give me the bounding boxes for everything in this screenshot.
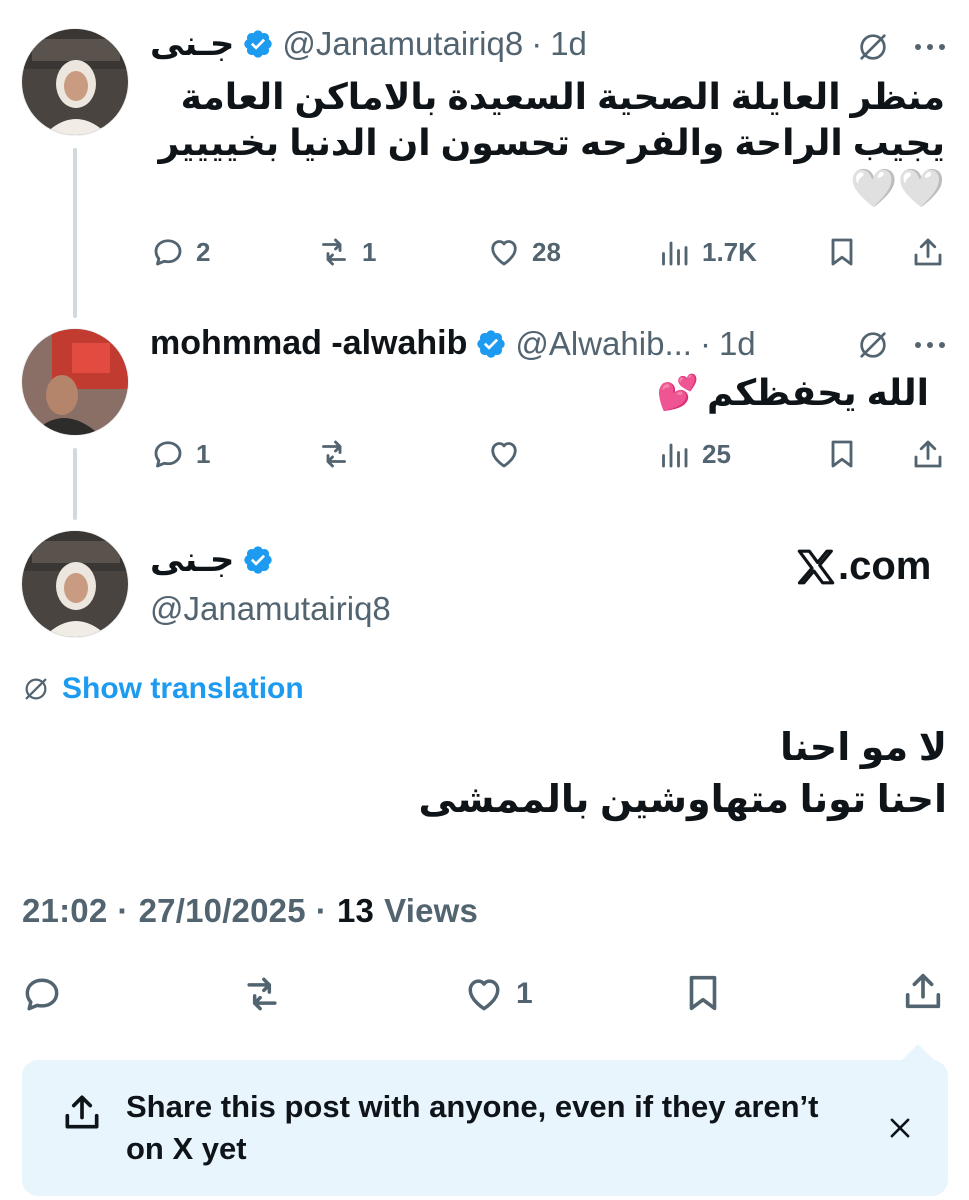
tweet-text: منظر العايلة الصحية السعيدة بالاماكن الع… — [145, 74, 945, 212]
heart-icon — [491, 240, 517, 266]
repost-button[interactable] — [240, 972, 284, 1016]
avatar-image — [22, 531, 128, 637]
repost-count: 1 — [362, 236, 377, 267]
avatar[interactable] — [21, 328, 129, 436]
like-button[interactable]: 28 — [486, 234, 561, 270]
repost-button[interactable] — [316, 436, 362, 472]
translate-icon[interactable] — [856, 30, 890, 64]
dot-separator: · — [117, 892, 129, 929]
reply-count: 1 — [196, 438, 211, 469]
share-prompt-banner[interactable]: Share this post with anyone, even if the… — [22, 1044, 948, 1196]
reply-icon — [154, 441, 182, 468]
source-label: .com — [838, 544, 932, 588]
avatar-image — [22, 29, 128, 135]
post-time[interactable]: 21:02 — [22, 892, 107, 930]
tweet-emoji: 💕 — [656, 374, 699, 412]
bookmark-icon[interactable] — [824, 234, 860, 270]
views-count: 1.7K — [702, 236, 757, 267]
thread-line — [73, 148, 77, 318]
dot-separator: · — [531, 25, 543, 62]
timestamp[interactable]: 1d — [719, 325, 756, 363]
display-name[interactable]: جـنى — [150, 540, 234, 580]
x-com-watermark: .com — [796, 544, 931, 589]
tweet-text-line: احنا تونا متهاوشين بالممشى — [418, 779, 947, 821]
display-name[interactable]: جـنى — [150, 24, 234, 64]
translate-icon[interactable] — [856, 328, 890, 362]
tweet-text-line: يجيب الراحة والفرحه تحسون ان الدنيا بخيي… — [158, 122, 945, 163]
reply-icon — [25, 978, 59, 1011]
share-prompt-text: Share this post with anyone, even if the… — [126, 1089, 819, 1166]
reply-button[interactable]: 2 — [150, 234, 210, 270]
dot-separator: · — [315, 892, 327, 929]
repost-button[interactable]: 1 — [316, 234, 376, 270]
bookmark-icon[interactable] — [680, 970, 726, 1016]
verified-badge-icon — [244, 546, 273, 574]
tweet-text: لا مو احنا احنا تونا متهاوشين بالممشى — [47, 722, 947, 826]
repost-icon — [247, 977, 277, 1011]
handle[interactable]: @Janamutairiq8 — [282, 25, 523, 63]
like-count: 28 — [532, 236, 561, 267]
verified-badge-icon — [244, 30, 273, 58]
share-icon[interactable] — [900, 968, 946, 1014]
avatar[interactable] — [21, 530, 129, 638]
analytics-icon — [662, 241, 688, 266]
avatar[interactable] — [21, 28, 129, 136]
reply-button[interactable]: 1 — [150, 436, 210, 472]
dot-separator: · — [699, 324, 711, 362]
more-options-icon[interactable] — [915, 44, 945, 50]
translate-icon — [25, 678, 47, 700]
handle[interactable]: @Janamutairiq8 — [150, 590, 391, 628]
show-translation-label: Show translation — [62, 672, 304, 705]
like-count: 1 — [516, 977, 533, 1010]
reply-button[interactable] — [20, 972, 64, 1016]
handle[interactable]: @Alwahib... — [515, 325, 692, 363]
close-icon[interactable] — [886, 1114, 914, 1142]
like-button[interactable]: 1 — [462, 972, 533, 1016]
views-count: 13 — [336, 892, 375, 929]
x-logo-icon — [797, 549, 835, 584]
heart-icon — [491, 442, 517, 468]
tweet-header: جـنى @Janamutairiq8 · 1d — [150, 24, 587, 64]
tweet-emoji: 🤍🤍 — [850, 168, 945, 210]
analytics-icon — [662, 443, 688, 468]
show-translation-link[interactable]: Show translation — [22, 672, 304, 706]
tweet-header: mohmmad -alwahib @Alwahib... · 1d — [150, 324, 756, 363]
tweet-text: الله يحفظكم 💕 — [329, 370, 929, 416]
tweet-text-line: لا مو احنا — [780, 727, 947, 769]
verified-badge-icon — [477, 329, 506, 358]
heart-icon — [468, 979, 500, 1011]
repost-icon — [322, 440, 346, 468]
like-button[interactable] — [486, 436, 532, 472]
tweet-metadata: 21:02 · 27/10/2025 · 13 Views — [22, 892, 478, 930]
timestamp[interactable]: 1d — [550, 25, 587, 63]
post-date[interactable]: 27/10/2025 — [139, 892, 306, 930]
tweet-header: جـنى — [150, 540, 274, 580]
repost-icon — [322, 238, 346, 266]
share-icon[interactable] — [910, 234, 946, 270]
views-button[interactable]: 1.7K — [656, 234, 757, 270]
more-options-icon[interactable] — [915, 342, 945, 348]
tweet-text-line: الله يحفظكم — [707, 372, 929, 413]
display-name[interactable]: mohmmad -alwahib — [150, 324, 467, 363]
views-button[interactable]: 25 — [656, 436, 731, 472]
thread-line — [73, 448, 77, 520]
views-label: Views — [384, 892, 479, 929]
reply-count: 2 — [196, 236, 211, 267]
bookmark-icon[interactable] — [824, 436, 860, 472]
views-count: 25 — [702, 438, 731, 469]
share-icon[interactable] — [910, 436, 946, 472]
share-icon — [65, 1095, 99, 1129]
reply-icon — [154, 239, 182, 266]
avatar-image — [22, 329, 128, 435]
tweet-text-line: منظر العايلة الصحية السعيدة بالاماكن الع… — [180, 76, 945, 117]
